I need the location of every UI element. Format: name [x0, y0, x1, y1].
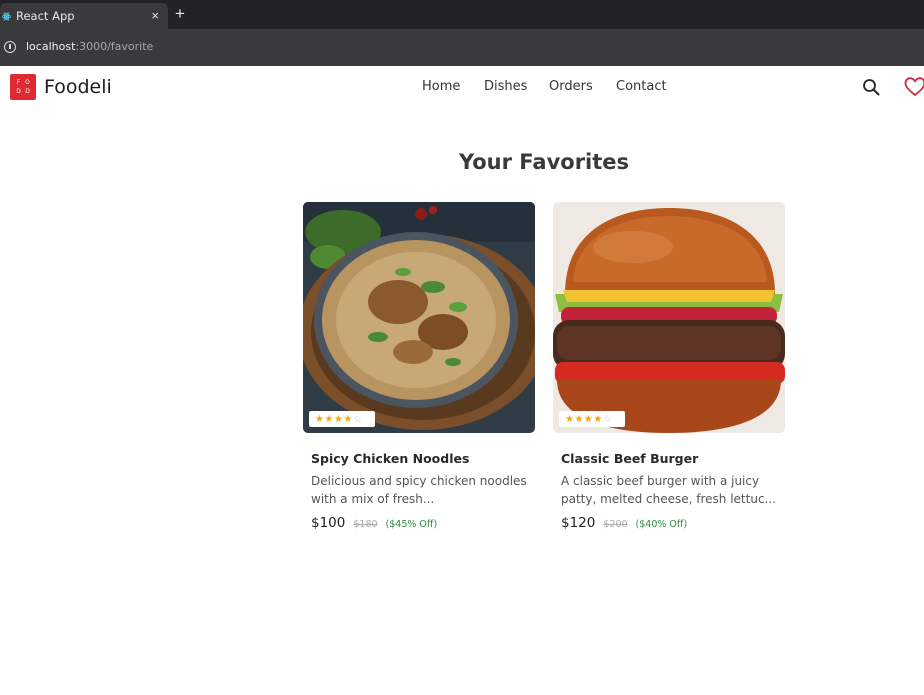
rating-stars: ★★★★ [565, 413, 603, 425]
rating-stars: ★★★★ [315, 413, 353, 425]
tab-close-icon[interactable]: × [151, 8, 159, 24]
page-title: Your Favorites [458, 150, 630, 174]
noodles-image[interactable]: ★★★★ ☆ [303, 202, 535, 433]
burger-image[interactable]: ★★★★ ☆ [553, 202, 785, 433]
browser-tab-bar: React App × + [0, 0, 924, 29]
tab-title: React App [16, 9, 75, 23]
dish-name[interactable]: Classic Beef Burger [561, 451, 785, 466]
dish-name[interactable]: Spicy Chicken Noodles [311, 451, 535, 466]
favorite-card[interactable]: ★★★★ ☆ Classic Beef Burger A classic beef… [553, 202, 785, 531]
site-header: F O D D Foodeli Home Dishes Orders Conta… [0, 66, 924, 108]
dish-description: A classic beef burger with a juicy patty… [561, 474, 776, 506]
dish-description: Delicious and spicy chicken noodles with… [311, 474, 527, 506]
nav-dishes[interactable]: Dishes [484, 79, 527, 94]
favorites-heart-icon[interactable] [904, 76, 924, 98]
browser-tab[interactable]: React App × [0, 3, 168, 29]
nav-orders[interactable]: Orders [549, 79, 593, 94]
rating-empty-star: ☆ [602, 413, 613, 425]
url-text[interactable]: localhost:3000/favorite [26, 40, 153, 53]
price: $100 [311, 515, 346, 531]
discount-label: ($40% Off) [635, 519, 688, 530]
discount-label: ($45% Off) [385, 519, 438, 530]
url-host: localhost [26, 40, 76, 53]
nav-home[interactable]: Home [422, 79, 460, 94]
rating-badge: ★★★★ ☆ [559, 411, 625, 427]
address-bar[interactable]: localhost:3000/favorite [0, 29, 924, 66]
logo-letter: O [25, 79, 30, 86]
rating-badge: ★★★★ ☆ [309, 411, 375, 427]
logo-letter: F [16, 79, 21, 86]
nav-contact[interactable]: Contact [616, 79, 667, 94]
price-row: $120 $200 ($40% Off) [561, 515, 785, 531]
react-favicon-icon [2, 12, 11, 21]
old-price: $180 [353, 519, 378, 530]
favorite-card[interactable]: ★★★★ ☆ Spicy Chicken Noodles Delicious an… [303, 202, 535, 531]
brand-name[interactable]: Foodeli [44, 76, 112, 98]
rating-empty-star: ☆ [352, 413, 363, 425]
old-price: $200 [603, 519, 628, 530]
price: $120 [561, 515, 596, 531]
logo-letter: D [16, 88, 21, 95]
search-icon[interactable] [862, 78, 880, 96]
logo-icon[interactable]: F O D D [10, 74, 36, 100]
site-info-icon[interactable] [4, 41, 16, 53]
url-path: :3000/favorite [75, 40, 154, 53]
new-tab-button[interactable]: + [175, 4, 185, 24]
logo-letter: D [25, 88, 30, 95]
price-row: $100 $180 ($45% Off) [311, 515, 535, 531]
